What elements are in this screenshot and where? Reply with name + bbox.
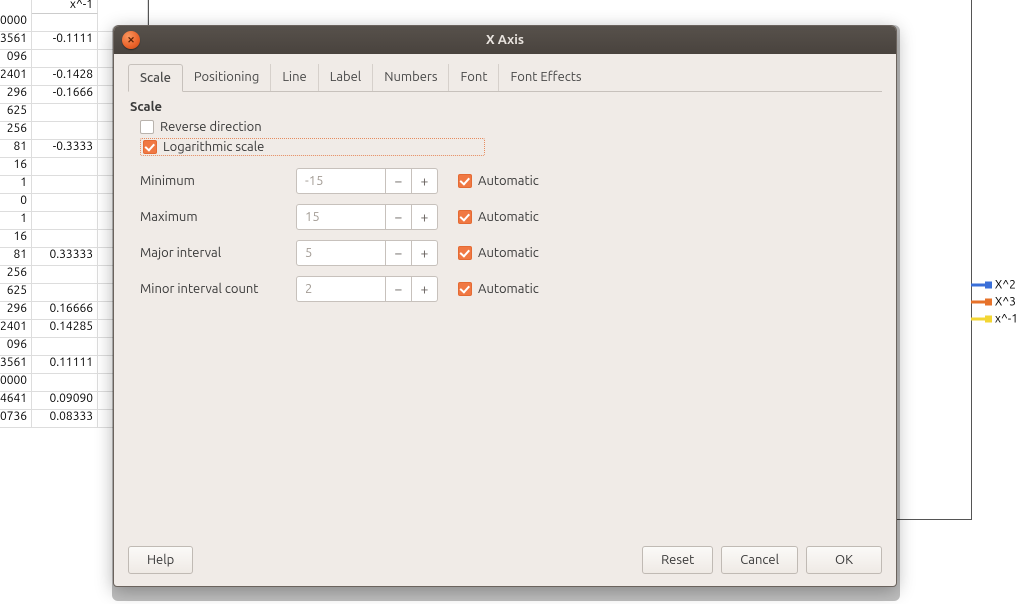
minor-interval-automatic-checkbox[interactable] (458, 282, 472, 296)
minor-interval-label: Minor interval count (140, 282, 296, 296)
logarithmic-scale-checkbox[interactable] (143, 140, 157, 154)
maximum-label: Maximum (140, 210, 296, 224)
minor-interval-increment[interactable]: + (412, 276, 438, 302)
automatic-label: Automatic (478, 246, 539, 260)
cancel-button[interactable]: Cancel (721, 546, 798, 574)
maximum-input[interactable] (296, 204, 386, 230)
reverse-direction-checkbox[interactable] (140, 120, 154, 134)
major-interval-increment[interactable]: + (412, 240, 438, 266)
legend-swatch (971, 318, 989, 321)
minimum-label: Minimum (140, 174, 296, 188)
minimum-automatic-checkbox[interactable] (458, 174, 472, 188)
legend-label: X^3 (995, 296, 1016, 309)
reset-button[interactable]: Reset (642, 546, 713, 574)
logarithmic-scale-label: Logarithmic scale (163, 140, 264, 154)
minimum-increment[interactable]: + (412, 168, 438, 194)
major-interval-input[interactable] (296, 240, 386, 266)
major-interval-automatic-checkbox[interactable] (458, 246, 472, 260)
tab-numbers[interactable]: Numbers (373, 64, 449, 91)
maximum-increment[interactable]: + (412, 204, 438, 230)
titlebar[interactable]: X Axis (114, 26, 896, 54)
legend-label: X^2 (995, 279, 1016, 292)
tab-font[interactable]: Font (449, 64, 499, 91)
minimum-decrement[interactable]: − (386, 168, 412, 194)
minor-interval-input[interactable] (296, 276, 386, 302)
chart-legend: X^2 X^3 x^-1 (971, 275, 1018, 330)
help-button[interactable]: Help (128, 546, 193, 574)
dialog-title: X Axis (114, 33, 896, 47)
major-interval-label: Major interval (140, 246, 296, 260)
ok-button[interactable]: OK (806, 546, 882, 574)
column-header: x^-1 (32, 0, 98, 14)
legend-label: x^-1 (995, 313, 1018, 326)
tab-label[interactable]: Label (319, 64, 374, 91)
automatic-label: Automatic (478, 282, 539, 296)
legend-swatch (971, 284, 989, 287)
reverse-direction-label: Reverse direction (160, 120, 262, 134)
maximum-decrement[interactable]: − (386, 204, 412, 230)
minimum-input[interactable] (296, 168, 386, 194)
tab-font-effects[interactable]: Font Effects (499, 64, 592, 91)
close-icon[interactable] (122, 31, 140, 49)
tab-positioning[interactable]: Positioning (183, 64, 271, 91)
automatic-label: Automatic (478, 210, 539, 224)
major-interval-decrement[interactable]: − (386, 240, 412, 266)
automatic-label: Automatic (478, 174, 539, 188)
tab-scale[interactable]: Scale (128, 64, 183, 92)
maximum-automatic-checkbox[interactable] (458, 210, 472, 224)
minor-interval-decrement[interactable]: − (386, 276, 412, 302)
x-axis-dialog: X Axis Scale Positioning Line Label Numb… (113, 25, 897, 587)
tab-line[interactable]: Line (271, 64, 318, 91)
section-heading: Scale (130, 100, 882, 114)
tab-bar: Scale Positioning Line Label Numbers Fon… (128, 64, 882, 92)
legend-swatch (971, 301, 989, 304)
